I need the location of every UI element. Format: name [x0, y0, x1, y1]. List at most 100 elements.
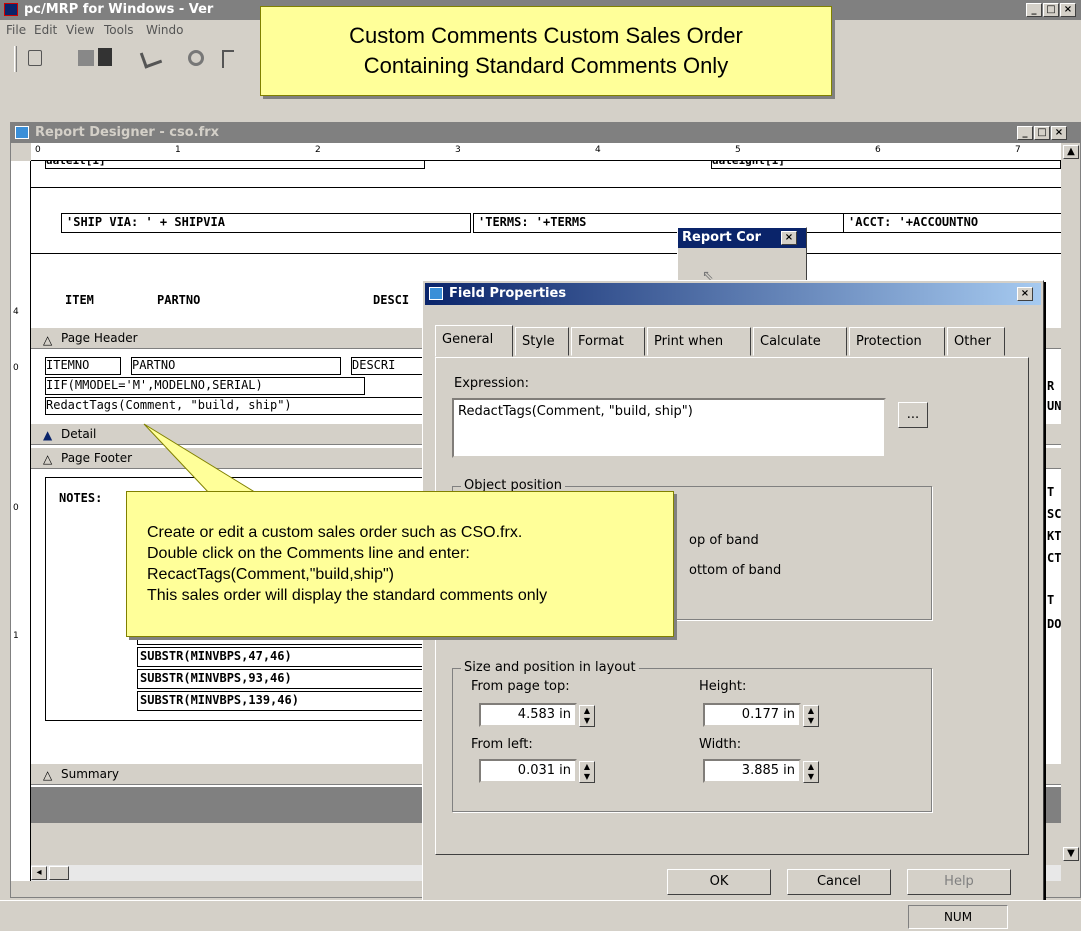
ok-button[interactable]: OK — [667, 869, 771, 895]
menu-edit[interactable]: Edit — [34, 23, 57, 37]
report-controls-close[interactable]: × — [781, 231, 797, 245]
report-designer-title-bar: Report Designer - cso.frx _ □ × — [11, 123, 1080, 143]
option-bottom-of-band[interactable]: ottom of band — [689, 563, 781, 578]
scroll-left-button[interactable]: ◂ — [31, 866, 47, 880]
vruler-detail-0: 0 — [13, 363, 19, 373]
notes-label: NOTES: — [59, 491, 103, 505]
tab-protection[interactable]: Protection — [849, 327, 945, 356]
right-field-sc: SC — [1047, 507, 1061, 521]
band-filled-up-icon: ▲ — [43, 428, 53, 442]
close-button[interactable]: × — [1060, 3, 1076, 17]
right-field-t: T — [1047, 485, 1055, 499]
summary-band-label: Summary — [61, 767, 119, 781]
maximize-button[interactable]: □ — [1043, 3, 1059, 17]
expression-builder-button[interactable]: ... — [898, 402, 928, 428]
cancel-button[interactable]: Cancel — [787, 869, 891, 895]
ruler-1: 1 — [175, 145, 181, 155]
field-properties-icon — [429, 287, 443, 300]
substr-field-3[interactable]: SUBSTR(MINVBPS,93,46) — [137, 669, 437, 689]
instruction-callout: Create or edit a custom sales order such… — [126, 491, 674, 637]
gear-icon[interactable] — [188, 50, 204, 66]
date-right-field[interactable]: date1ght[1] — [711, 161, 1061, 169]
band-up-icon-3: △ — [43, 768, 53, 782]
header-item: ITEM — [65, 293, 94, 307]
status-bar: NUM — [0, 900, 1081, 931]
report-designer-icon — [15, 126, 29, 139]
width-input[interactable]: 3.885 in — [703, 759, 801, 783]
tab-style[interactable]: Style — [515, 327, 569, 356]
header-partno: PARTNO — [157, 293, 201, 307]
tools-icon[interactable] — [139, 47, 163, 69]
rd-minimize-button[interactable]: _ — [1017, 126, 1033, 140]
menu-file[interactable]: File — [6, 23, 26, 37]
date-left-field[interactable]: date1t[1] — [45, 161, 425, 169]
option-top-of-band[interactable]: op of band — [689, 533, 759, 548]
vruler-footer-0: 0 — [13, 503, 19, 513]
tab-other[interactable]: Other — [947, 327, 1005, 356]
vertical-ruler: 4 0 0 1 — [11, 161, 31, 881]
ship-via-field[interactable]: 'SHIP VIA: ' + SHIPVIA — [61, 213, 471, 233]
callout-line-1: Create or edit a custom sales order such… — [147, 524, 523, 541]
hierarchy-icon[interactable] — [222, 50, 234, 68]
rd-maximize-button[interactable]: □ — [1034, 126, 1050, 140]
document-icon[interactable] — [98, 48, 112, 66]
field-properties-title-bar: Field Properties × — [425, 283, 1041, 305]
scroll-down-button[interactable]: ▼ — [1063, 847, 1079, 861]
field-properties-title: Field Properties — [449, 286, 567, 301]
from-left-input[interactable]: 0.031 in — [479, 759, 577, 783]
ruler-7: 7 — [1015, 145, 1021, 155]
report-controls-title: Report Cor — [682, 230, 762, 245]
from-page-top-spinner[interactable]: ▲ ▼ — [579, 705, 595, 727]
tab-general[interactable]: General — [435, 325, 513, 357]
list-icon[interactable] — [28, 50, 42, 66]
iif-field[interactable]: IIF(MMODEL='M',MODELNO,SERIAL) — [45, 377, 365, 395]
menu-tools[interactable]: Tools — [104, 23, 134, 37]
substr-field-4[interactable]: SUBSTR(MINVBPS,139,46) — [137, 691, 437, 711]
menu-view[interactable]: View — [66, 23, 94, 37]
banner-line-2: Containing Standard Comments Only — [363, 53, 729, 78]
width-value: 3.885 in — [741, 763, 795, 778]
right-field-do: DO — [1047, 617, 1061, 631]
expression-input[interactable]: RedactTags(Comment, "build, ship") — [452, 398, 886, 458]
callout-line-3: RecactTags(Comment,"build,ship") — [147, 566, 395, 583]
size-position-group: Size and position in layout From page to… — [452, 660, 932, 812]
from-left-spinner[interactable]: ▲ ▼ — [579, 761, 595, 783]
right-un-field: UN — [1047, 399, 1061, 413]
page-footer-band-label: Page Footer — [61, 451, 133, 465]
app-icon — [4, 3, 18, 16]
scroll-up-button[interactable]: ▲ — [1063, 145, 1079, 159]
itemno-field[interactable]: ITEMNO — [45, 357, 121, 375]
scroll-thumb[interactable] — [49, 866, 69, 880]
substr-field-2[interactable]: SUBSTR(MINVBPS,47,46) — [137, 647, 437, 667]
from-page-top-input[interactable]: 4.583 in — [479, 703, 577, 727]
comment-field[interactable]: RedactTags(Comment, "build, ship") — [45, 397, 425, 415]
report-designer-title: Report Designer - cso.frx — [35, 125, 220, 140]
minimize-button[interactable]: _ — [1026, 3, 1042, 17]
dialog-close-button[interactable]: × — [1017, 287, 1033, 301]
title-banner: Custom Comments Custom Sales Order Conta… — [260, 6, 832, 96]
tab-print-when[interactable]: Print when — [647, 327, 751, 356]
height-spinner[interactable]: ▲ ▼ — [803, 705, 819, 727]
rd-close-button[interactable]: × — [1051, 126, 1067, 140]
expression-label: Expression: — [454, 376, 529, 391]
callout-pointer — [143, 423, 260, 495]
height-input[interactable]: 0.177 in — [703, 703, 801, 727]
num-indicator: NUM — [908, 905, 1008, 929]
width-spinner[interactable]: ▲ ▼ — [803, 761, 819, 783]
acct-field[interactable]: 'ACCT: '+ACCOUNTNO — [843, 213, 1061, 233]
right-r-field: R — [1047, 379, 1055, 393]
calculator-icon[interactable] — [78, 50, 94, 66]
band-up-icon: △ — [43, 333, 53, 347]
vruler-4: 4 — [13, 307, 19, 317]
partno-field[interactable]: PARTNO — [131, 357, 341, 375]
tab-calculate[interactable]: Calculate — [753, 327, 847, 356]
header-desc: DESCI — [373, 293, 410, 307]
ruler-0: 0 — [35, 145, 41, 155]
ruler-6: 6 — [875, 145, 881, 155]
menu-window[interactable]: Windo — [146, 23, 184, 37]
size-position-label: Size and position in layout — [461, 660, 639, 675]
help-button[interactable]: Help — [907, 869, 1011, 895]
tab-strip: General Style Format Print when Calculat… — [435, 325, 1035, 357]
horizontal-ruler: 0 1 2 3 4 5 6 7 — [31, 143, 1061, 161]
tab-format[interactable]: Format — [571, 327, 645, 356]
